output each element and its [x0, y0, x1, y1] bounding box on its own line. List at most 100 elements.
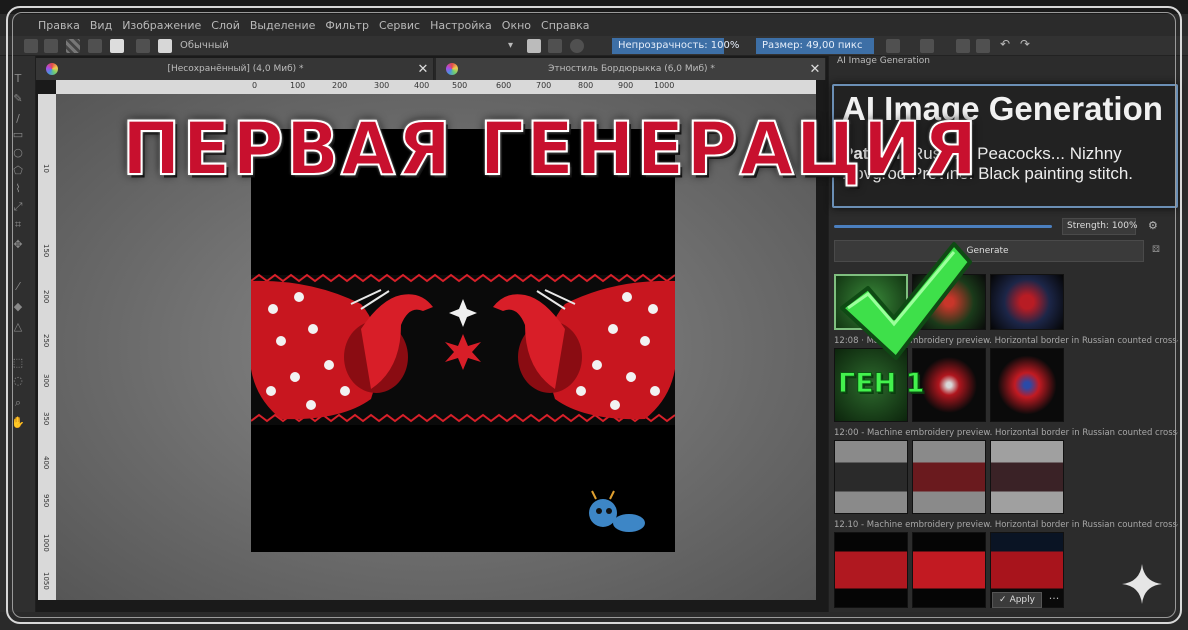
text-tool-icon[interactable]: T [8, 72, 28, 85]
brush-icon[interactable] [158, 39, 172, 53]
history-thumbnail[interactable] [990, 274, 1064, 330]
ruler-tick: 1000 [42, 534, 50, 552]
menu-help[interactable]: Справка [541, 19, 589, 32]
alpha-lock-icon[interactable] [548, 39, 562, 53]
ruler-tick: 150 [42, 244, 50, 258]
crop-tool-icon[interactable]: ⌗ [8, 218, 28, 231]
blend-mode-select[interactable]: Обычный [180, 40, 229, 51]
tab-title: [Несохранённый] (4,0 Миб) * [167, 64, 304, 74]
history-caption: 12:00 - Machine embroidery preview. Hori… [834, 428, 1178, 438]
overlay-title: ПЕРВАЯ ГЕНЕРАЦИЯ [121, 105, 980, 193]
align-icon[interactable] [976, 39, 990, 53]
fill-tool-icon[interactable]: ◆ [8, 300, 28, 313]
path-tool-icon[interactable]: ⌇ [8, 182, 28, 195]
save-icon[interactable] [44, 39, 58, 53]
toolbox: T ✎ / ▭ ○ ⬠ ⌇ ⤢ ⌗ ✥ ⁄ ◆ △ ⬚ ◌ ⌕ ✋ [0, 56, 36, 616]
menu-bar: Правка Вид Изображение Слой Выделение Фи… [0, 14, 1188, 36]
size-field[interactable]: Размер: 49,00 пикс [756, 38, 874, 54]
vertical-ruler: 10 150 200 250 300 350 400 950 1000 1050 [38, 94, 56, 600]
close-icon[interactable]: ✕ [805, 62, 825, 77]
mirror-icon[interactable] [886, 39, 900, 53]
ruler-tick: 400 [42, 456, 50, 470]
history-thumbnail[interactable] [912, 440, 986, 514]
new-document-icon[interactable] [24, 39, 38, 53]
menu-filter[interactable]: Фильтр [325, 19, 369, 32]
freehand-tool-icon[interactable]: ✎ [8, 92, 28, 105]
ruler-tick: 0 [252, 81, 258, 90]
document-tabs: [Несохранённый] (4,0 Миб) * ✕ Этностиль … [36, 58, 826, 80]
reload-icon[interactable] [570, 39, 584, 53]
select-rect-icon[interactable]: ⬚ [8, 356, 28, 369]
tab-title: Этностиль Бордюрыкка (6,0 Миб) * [548, 64, 715, 74]
chevron-down-icon[interactable]: ▾ [508, 40, 513, 51]
docker-header: AI Image Generation [837, 56, 930, 66]
wrap-icon[interactable] [920, 39, 934, 53]
apply-label: Apply [1009, 595, 1035, 605]
opacity-field[interactable]: Непрозрачность: 100% [612, 38, 739, 54]
ruler-tick: 500 [452, 81, 468, 90]
ruler-tick: 900 [618, 81, 634, 90]
redo-icon[interactable]: ↷ [1020, 37, 1030, 51]
check-icon: ✓ [999, 595, 1007, 605]
history-thumbnail[interactable] [990, 348, 1064, 422]
pattern-icon[interactable] [88, 39, 102, 53]
ruler-tick: 1000 [654, 81, 675, 90]
color-swap-icon[interactable] [110, 39, 124, 53]
peacock-embroidery-image [250, 273, 676, 532]
ruler-tick: 100 [290, 81, 306, 90]
more-options-button[interactable]: ··· [1044, 592, 1064, 608]
tab-ethnostyle[interactable]: Этностиль Бордюрыкка (6,0 Миб) * ✕ [436, 58, 826, 80]
menu-tools[interactable]: Сервис [379, 19, 420, 32]
horizontal-ruler: 0 100 200 300 400 500 600 700 800 900 10… [56, 80, 816, 94]
history-thumbnail[interactable] [834, 440, 908, 514]
ruler-tick: 350 [42, 412, 50, 426]
seed-icon[interactable]: ⚄ [1152, 245, 1160, 255]
menu-settings[interactable]: Настройка [430, 19, 492, 32]
strength-field[interactable]: Strength: 100% [1062, 218, 1138, 235]
ruler-tick: 800 [578, 81, 594, 90]
ruler-tick: 950 [42, 494, 50, 508]
undo-icon[interactable]: ↶ [1000, 37, 1010, 51]
krita-icon [46, 63, 58, 75]
gradient-icon[interactable] [66, 39, 80, 53]
menu-window[interactable]: Окно [502, 19, 531, 32]
apply-button[interactable]: ✓ Apply [992, 592, 1042, 608]
brush-presets-icon[interactable] [136, 39, 150, 53]
history-thumbnail[interactable] [834, 532, 908, 608]
history-caption: 12.10 - Machine embroidery preview. Hori… [834, 520, 1178, 530]
move-tool-icon[interactable]: ✥ [8, 238, 28, 251]
menu-edit[interactable]: Правка [38, 19, 80, 32]
ruler-tick: 400 [414, 81, 430, 90]
menu-layer[interactable]: Слой [211, 19, 240, 32]
menu-select[interactable]: Выделение [250, 19, 316, 32]
settings-icon[interactable]: ⚙ [1148, 219, 1158, 232]
rect-tool-icon[interactable]: ▭ [8, 128, 28, 141]
menu-view[interactable]: Вид [90, 19, 112, 32]
ellipse-tool-icon[interactable]: ○ [8, 146, 28, 159]
menu-image[interactable]: Изображение [122, 19, 201, 32]
krita-icon [446, 63, 458, 75]
zoom-tool-icon[interactable]: ⌕ [8, 396, 28, 409]
ruler-tick: 700 [536, 81, 552, 90]
measure-tool-icon[interactable]: △ [8, 320, 28, 333]
tab-unsaved[interactable]: [Несохранённый] (4,0 Миб) * ✕ [36, 58, 434, 80]
ruler-tick: 200 [332, 81, 348, 90]
polygon-tool-icon[interactable]: ⬠ [8, 164, 28, 177]
crop-icon[interactable] [956, 39, 970, 53]
close-icon[interactable]: ✕ [413, 62, 433, 77]
status-bar [0, 612, 1188, 630]
select-ellipse-icon[interactable]: ◌ [8, 374, 28, 387]
history-thumbnail[interactable] [912, 532, 986, 608]
gen-badge: ГЕН 1 [837, 368, 925, 400]
eraser-icon[interactable] [527, 39, 541, 53]
artwork-canvas[interactable] [250, 129, 676, 552]
strength-slider[interactable] [834, 225, 1052, 228]
transform-tool-icon[interactable]: ⤢ [8, 200, 28, 213]
pan-tool-icon[interactable]: ✋ [8, 416, 28, 429]
ruler-tick: 200 [42, 290, 50, 304]
checkmark-icon [840, 242, 972, 360]
tool-options-bar: Обычный ▾ Непрозрачность: 100% Размер: 4… [0, 36, 1188, 56]
history-thumbnail[interactable] [990, 440, 1064, 514]
eyedropper-tool-icon[interactable]: ⁄ [8, 280, 28, 293]
line-tool-icon[interactable]: / [8, 112, 28, 125]
